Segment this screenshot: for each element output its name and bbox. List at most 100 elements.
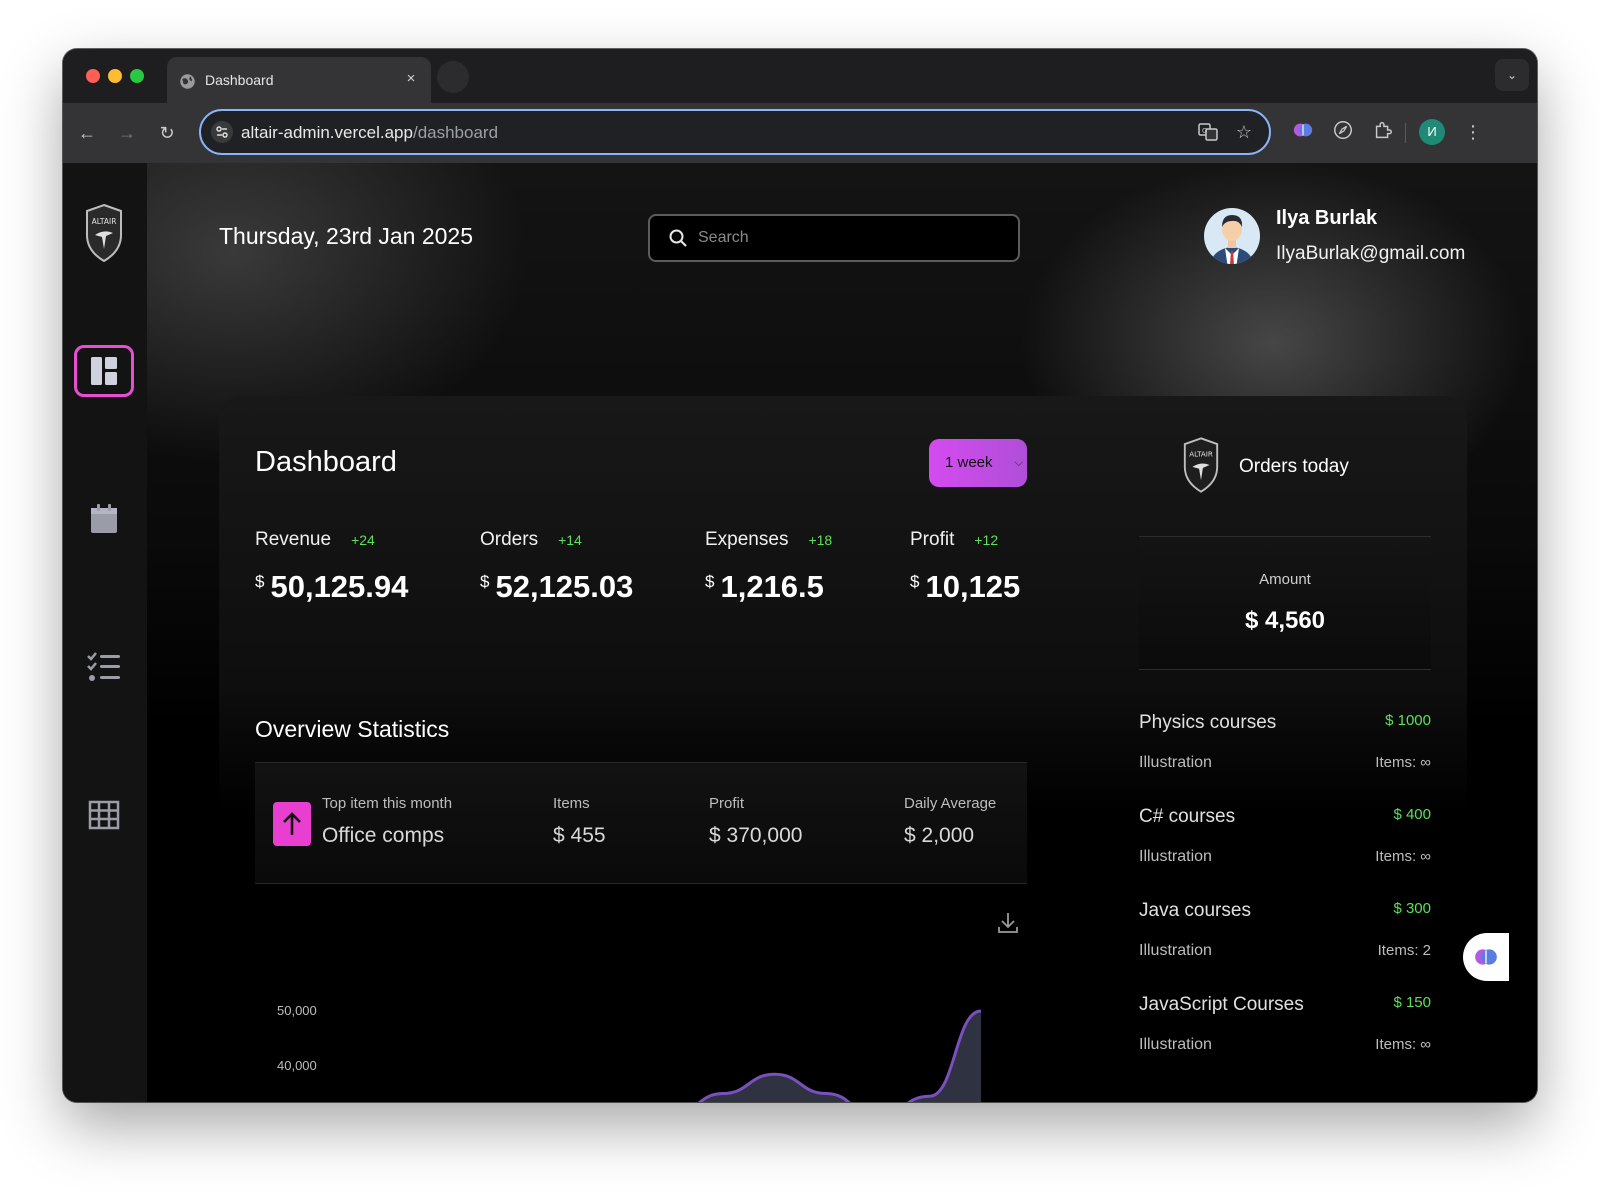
more-menu-icon[interactable]: ⋮ — [1460, 119, 1486, 145]
order-item[interactable]: Java courses $ 300 Illustration Items: 2 — [1139, 900, 1431, 980]
globe-icon — [180, 74, 195, 89]
stat-label: Items — [553, 795, 590, 812]
translate-icon[interactable]: G — [1197, 121, 1219, 143]
kpi-delta: +14 — [558, 532, 582, 548]
bookmark-star-icon[interactable]: ☆ — [1233, 121, 1255, 143]
stat-value: $ 2,000 — [904, 824, 975, 847]
amount-value: $ 4,560 — [1244, 607, 1326, 634]
svg-text:ALTAIR: ALTAIR — [92, 217, 117, 226]
kpi-label: Revenue — [255, 529, 332, 550]
calendar-icon — [91, 504, 117, 533]
site-info-icon[interactable] — [211, 121, 233, 143]
stat-profit: Profit $ 370,000 — [709, 795, 802, 848]
overview-stats: Top item this month Office comps Items $… — [255, 762, 1027, 884]
search-icon — [669, 229, 687, 247]
tab-dashboard[interactable]: Dashboard × — [167, 57, 431, 103]
order-price: $ 300 — [1393, 900, 1431, 917]
sidebar-item-tasks[interactable] — [74, 641, 134, 693]
stat-items: Items $ 455 — [553, 795, 606, 848]
order-quantity: Items: ∞ — [1375, 754, 1431, 771]
forward-arrow-icon[interactable]: → — [114, 120, 140, 146]
extensions-puzzle-icon[interactable] — [1370, 119, 1396, 145]
order-category: Illustration — [1139, 1036, 1212, 1053]
y-tick-label: 40,000 — [277, 1058, 317, 1073]
brain-extension-icon[interactable] — [1290, 119, 1316, 145]
user-name: Ilya Burlak — [1276, 207, 1378, 229]
sidebar: ALTAIR — [63, 163, 147, 1102]
page-title: Dashboard — [255, 446, 397, 478]
order-name: Physics courses — [1139, 712, 1277, 733]
close-tab-icon[interactable]: × — [401, 69, 421, 89]
currency-symbol: $ — [705, 572, 715, 591]
user-avatar[interactable] — [1203, 203, 1261, 269]
order-category: Illustration — [1139, 942, 1212, 959]
kpi-number: 10,125 — [925, 569, 1021, 604]
compass-extension-icon[interactable] — [1330, 119, 1356, 145]
kpi-profit: Profit +12 $10,125 — [910, 529, 1020, 604]
svg-text:G: G — [1202, 127, 1207, 135]
minimize-window-button[interactable] — [108, 69, 122, 83]
search-input[interactable] — [698, 226, 998, 250]
overview-title: Overview Statistics — [255, 716, 450, 742]
order-item[interactable]: C# courses $ 400 Illustration Items: ∞ — [1139, 806, 1431, 886]
stat-label: Daily Average — [904, 795, 997, 812]
stat-value: Office comps — [322, 824, 445, 847]
table-icon — [88, 800, 120, 830]
kpi-expenses: Expenses +18 $1,216.5 — [705, 529, 833, 604]
dashboard-card: Dashboard 1 week ⌵ Revenue +24 $50,125.94… — [219, 396, 1467, 1102]
arrow-up-icon — [273, 802, 311, 846]
search-box[interactable] — [648, 214, 1020, 262]
currency-symbol: $ — [910, 572, 920, 591]
toolbar-divider — [1405, 123, 1406, 143]
reload-icon[interactable]: ↻ — [154, 120, 180, 146]
orders-amount: Amount $ 4,560 — [1139, 536, 1431, 670]
new-tab-button[interactable] — [437, 61, 469, 93]
back-arrow-icon[interactable]: ← — [74, 120, 100, 146]
order-name: JavaScript Courses — [1139, 994, 1304, 1015]
currency-symbol: $ — [255, 572, 265, 591]
order-quantity: Items: 2 — [1377, 942, 1431, 959]
kpi-label: Expenses — [705, 529, 789, 550]
tab-title: Dashboard — [205, 72, 274, 88]
kpi-number: 1,216.5 — [720, 569, 824, 604]
download-icon[interactable] — [997, 911, 1019, 935]
close-window-button[interactable] — [86, 69, 100, 83]
order-item[interactable]: JavaScript Courses $ 150 Illustration It… — [1139, 994, 1431, 1074]
floating-brain-extension-button[interactable] — [1463, 933, 1509, 981]
kpi-delta: +18 — [808, 532, 833, 548]
url-text: altair-admin.vercel.app/dashboard — [241, 123, 498, 143]
maximize-window-button[interactable] — [130, 69, 144, 83]
tab-search-chevron-icon[interactable]: ⌄ — [1495, 59, 1529, 91]
url-host: altair-admin.vercel.app — [241, 123, 413, 142]
altair-logo-icon: ALTAIR — [1183, 437, 1219, 493]
stat-value: $ 455 — [553, 824, 606, 847]
order-item[interactable]: Physics courses $ 1000 Illustration Item… — [1139, 712, 1431, 792]
order-price: $ 400 — [1393, 806, 1431, 823]
period-select[interactable]: 1 week ⌵ — [929, 439, 1027, 487]
app-page: ALTAIR Thursday, 23rd Jan 2025 Search Il… — [63, 163, 1537, 1102]
kpi-label: Orders — [480, 529, 539, 550]
kpi-value: $50,125.94 — [255, 569, 408, 605]
sidebar-item-calendar[interactable] — [74, 493, 134, 545]
kpi-value: $10,125 — [910, 569, 1020, 605]
checklist-icon — [87, 652, 120, 681]
profile-avatar[interactable]: И — [1419, 119, 1445, 145]
chart-line — [697, 1009, 982, 1102]
sidebar-item-table[interactable] — [74, 789, 134, 841]
kpi-value: $1,216.5 — [705, 569, 824, 605]
kpi-label: Profit — [910, 529, 955, 550]
layout-icon — [91, 357, 117, 385]
currency-symbol: $ — [480, 572, 490, 591]
browser-window: Dashboard × ⌄ ← → ↻ altair-admin.vercel.… — [63, 49, 1537, 1102]
kpi-delta: +24 — [351, 532, 375, 548]
kpi-revenue: Revenue +24 $50,125.94 — [255, 529, 408, 604]
kpi-delta: +12 — [974, 532, 999, 548]
address-bar[interactable]: altair-admin.vercel.app/dashboard G ☆ — [199, 109, 1271, 155]
order-quantity: Items: ∞ — [1375, 848, 1431, 865]
order-category: Illustration — [1139, 848, 1212, 865]
chart-area — [700, 1011, 981, 1102]
order-price: $ 150 — [1393, 994, 1431, 1011]
kpi-value: $52,125.03 — [480, 569, 633, 605]
browser-toolbar: ← → ↻ altair-admin.vercel.app/dashboard … — [63, 103, 1537, 163]
sidebar-item-dashboard[interactable] — [74, 345, 134, 397]
